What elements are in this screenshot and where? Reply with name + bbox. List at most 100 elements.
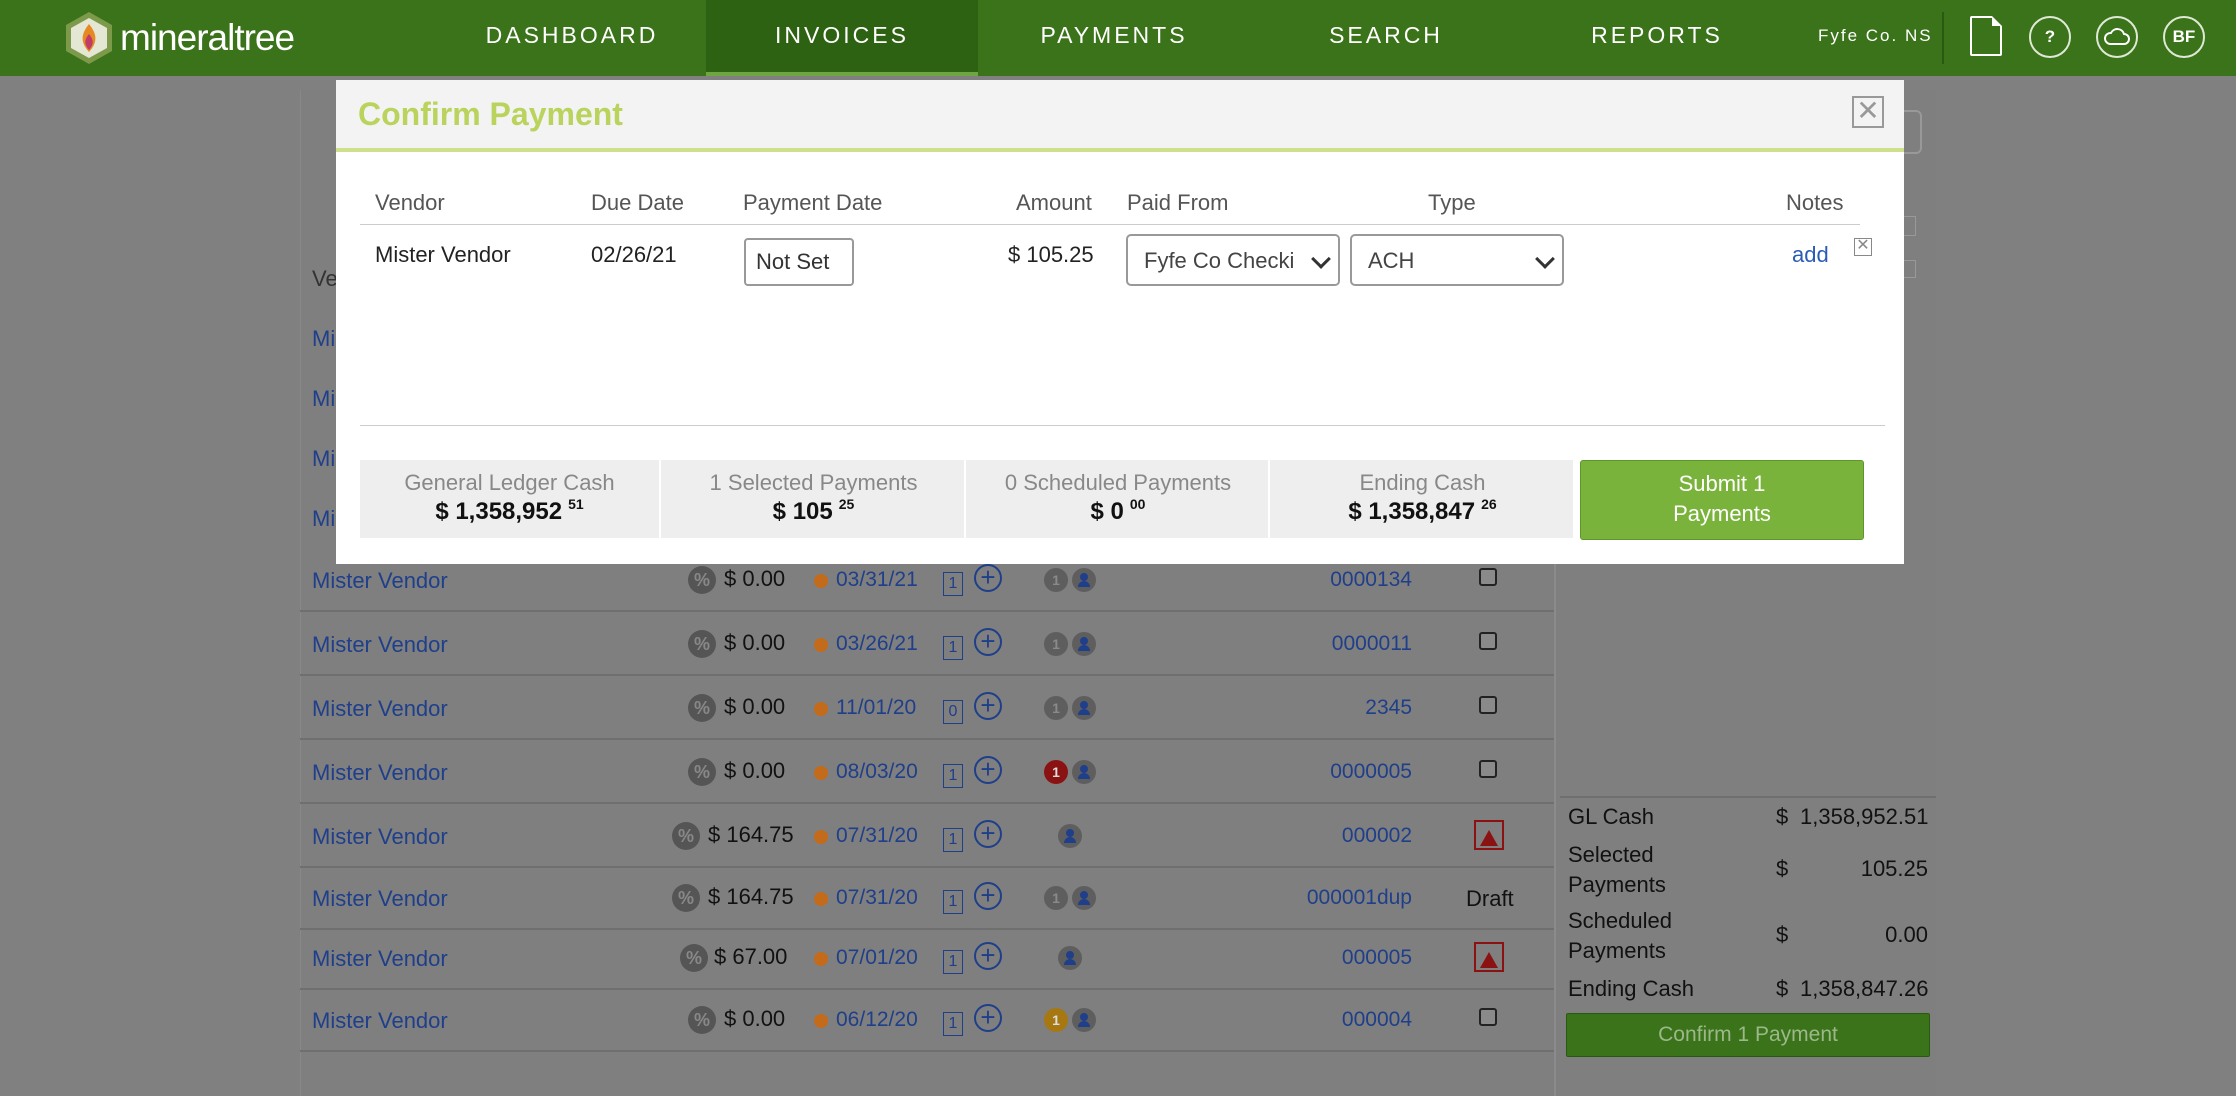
discount-icon[interactable]: %: [688, 566, 716, 594]
table-row[interactable]: Mister Vendor% $ 0.00 06/12/20 1 +1 000004: [300, 990, 1554, 1052]
pdf-icon[interactable]: [1474, 820, 1504, 850]
select-checkbox[interactable]: [1479, 568, 1497, 586]
vendor-link-stub[interactable]: Mi: [312, 446, 335, 472]
table-row[interactable]: Mister Vendor% $ 164.75 07/31/20 1 +000002: [300, 806, 1554, 868]
approval-badge[interactable]: 1: [1044, 886, 1068, 910]
nav-reports[interactable]: REPORTS: [1521, 0, 1793, 76]
vendor-link[interactable]: Mister Vendor: [312, 632, 448, 658]
vendor-link-stub[interactable]: Mi: [312, 386, 335, 412]
pdf-icon[interactable]: [1474, 942, 1504, 972]
add-icon[interactable]: +: [974, 628, 1002, 656]
add-icon[interactable]: +: [974, 820, 1002, 848]
invoice-number-link[interactable]: 000001dup: [1307, 886, 1412, 910]
select-checkbox[interactable]: [1479, 696, 1497, 714]
approver-icon[interactable]: [1072, 696, 1096, 720]
approval-badge[interactable]: 1: [1044, 696, 1068, 720]
approval-badge[interactable]: 1: [1044, 568, 1068, 592]
invoice-number-link[interactable]: 000002: [1342, 824, 1412, 848]
select-checkbox[interactable]: [1479, 1008, 1497, 1026]
discount-icon[interactable]: %: [672, 884, 700, 912]
nav-search[interactable]: SEARCH: [1250, 0, 1522, 76]
vendor-link[interactable]: Mister Vendor: [312, 824, 448, 850]
vendor-link[interactable]: Mister Vendor: [312, 886, 448, 912]
due-date-link[interactable]: 03/26/21: [836, 632, 918, 656]
invoice-number-link[interactable]: 0000005: [1330, 760, 1412, 784]
approver-icon[interactable]: [1072, 632, 1096, 656]
invoice-number-link[interactable]: 0000134: [1330, 568, 1412, 592]
cloud-icon[interactable]: [2096, 16, 2138, 58]
invoice-number-link[interactable]: 2345: [1365, 696, 1412, 720]
submit-payments-button[interactable]: Submit 1 Payments: [1580, 460, 1864, 540]
add-icon[interactable]: +: [974, 1004, 1002, 1032]
approver-icon[interactable]: [1072, 1008, 1096, 1032]
table-row[interactable]: Mister Vendor% $ 67.00 07/01/20 1 +000005: [300, 928, 1554, 990]
mineraltree-logo[interactable]: mineraltree: [62, 10, 295, 66]
payment-date-input[interactable]: [744, 238, 854, 286]
vendor-link-stub[interactable]: Mi: [312, 506, 335, 532]
table-row[interactable]: Mister Vendor% $ 0.00 03/26/21 1 +1 0000011: [300, 614, 1554, 676]
approver-icon[interactable]: [1058, 824, 1082, 848]
vendor-link[interactable]: Mister Vendor: [312, 946, 448, 972]
attachment-count[interactable]: 1: [943, 950, 963, 974]
approver-icon[interactable]: [1072, 886, 1096, 910]
approver-icon[interactable]: [1058, 946, 1082, 970]
user-avatar[interactable]: BF: [2163, 16, 2205, 58]
help-icon[interactable]: ?: [2029, 16, 2071, 58]
select-checkbox[interactable]: [1479, 632, 1497, 650]
due-date-link[interactable]: 08/03/20: [836, 760, 918, 784]
due-date-link[interactable]: 07/31/20: [836, 886, 918, 910]
due-date-link[interactable]: 03/31/21: [836, 568, 918, 592]
due-date-link[interactable]: 06/12/20: [836, 1008, 918, 1032]
approver-icon[interactable]: [1072, 568, 1096, 592]
discount-icon[interactable]: %: [688, 758, 716, 786]
invoice-number-link[interactable]: 000004: [1342, 1008, 1412, 1032]
confirm-payment-button[interactable]: Confirm 1 Payment: [1566, 1013, 1930, 1057]
table-row[interactable]: Mister Vendor% $ 0.00 08/03/20 1 +1 0000005: [300, 742, 1554, 804]
document-icon[interactable]: [1970, 16, 2002, 56]
add-icon[interactable]: +: [974, 942, 1002, 970]
due-date-link[interactable]: 11/01/20: [836, 696, 916, 720]
attachment-count[interactable]: 1: [943, 828, 963, 852]
paid-from-select[interactable]: Fyfe Co Checking: [1126, 234, 1340, 286]
add-note-link[interactable]: add: [1792, 242, 1829, 268]
attachment-count[interactable]: 0: [943, 700, 963, 724]
invoice-number-link[interactable]: 000005: [1342, 946, 1412, 970]
add-icon[interactable]: +: [974, 882, 1002, 910]
remove-row-icon[interactable]: ✕: [1854, 238, 1872, 256]
attachment-count[interactable]: 1: [943, 572, 963, 596]
vendor-link[interactable]: Mister Vendor: [312, 696, 448, 722]
discount-icon[interactable]: %: [688, 694, 716, 722]
add-icon[interactable]: +: [974, 756, 1002, 784]
nav-dashboard[interactable]: DASHBOARD: [436, 0, 708, 76]
discount-icon[interactable]: %: [688, 630, 716, 658]
nav-payments[interactable]: PAYMENTS: [978, 0, 1250, 76]
vendor-link[interactable]: Mister Vendor: [312, 760, 448, 786]
attachment-count[interactable]: 1: [943, 764, 963, 788]
attachment-count[interactable]: 1: [943, 636, 963, 660]
add-icon[interactable]: +: [974, 564, 1002, 592]
table-row[interactable]: Mister Vendor% $ 0.00 11/01/20 0 +1 2345: [300, 678, 1554, 740]
vendor-link-stub[interactable]: Mi: [312, 326, 335, 352]
discount-icon[interactable]: %: [672, 822, 700, 850]
approver-icon[interactable]: [1072, 760, 1096, 784]
approval-badge[interactable]: 1: [1044, 760, 1068, 784]
due-date-link[interactable]: 07/31/20: [836, 824, 918, 848]
org-name[interactable]: Fyfe Co. NS: [1818, 26, 1933, 46]
vendor-link[interactable]: Mister Vendor: [312, 1008, 448, 1034]
approval-badge[interactable]: 1: [1044, 632, 1068, 656]
table-row[interactable]: Mister Vendor% $ 164.75 07/31/20 1 +1 000001d…: [300, 868, 1554, 930]
discount-icon[interactable]: %: [680, 944, 708, 972]
close-icon[interactable]: ✕: [1852, 96, 1884, 128]
add-icon[interactable]: +: [974, 692, 1002, 720]
payment-type-select[interactable]: ACH: [1350, 234, 1564, 286]
nav-invoices[interactable]: INVOICES: [706, 0, 978, 76]
select-checkbox[interactable]: [1479, 760, 1497, 778]
attachment-count[interactable]: 1: [943, 1012, 963, 1036]
vendor-link[interactable]: Mister Vendor: [312, 568, 448, 594]
discount-icon[interactable]: %: [688, 1006, 716, 1034]
attachment-count[interactable]: 1: [943, 890, 963, 914]
approval-badge[interactable]: 1: [1044, 1008, 1068, 1032]
due-date-link[interactable]: 07/01/20: [836, 946, 918, 970]
invoice-number-link[interactable]: 0000011: [1332, 632, 1412, 656]
vendor-column-header[interactable]: Ve: [312, 266, 338, 292]
